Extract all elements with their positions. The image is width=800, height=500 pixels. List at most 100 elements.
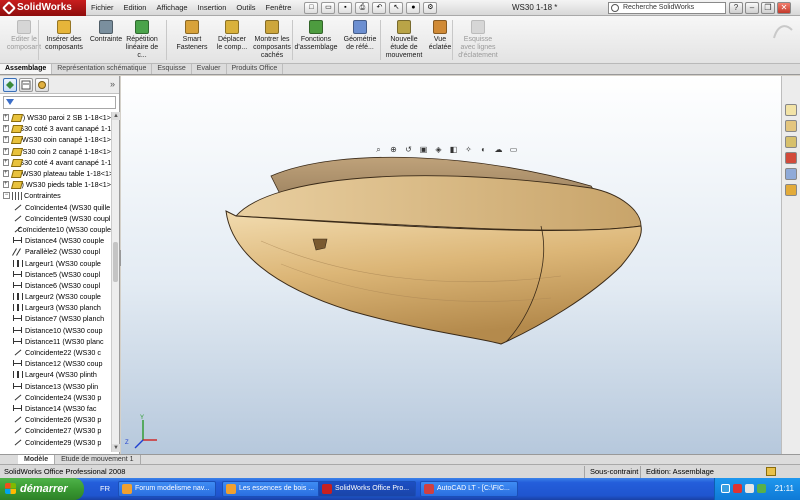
quick-tips-icon[interactable] [766, 467, 776, 476]
feature-manager-tab-icon[interactable] [3, 77, 17, 92]
search-input[interactable]: Recherche SolidWorks [608, 2, 726, 14]
tree-row[interactable]: Coïncidente27 (WS30 p [0, 425, 111, 436]
tree-row[interactable]: Distance7 (WS30 planch [0, 313, 111, 324]
volume-icon[interactable] [745, 484, 754, 493]
network-icon[interactable] [721, 484, 730, 493]
ribbon-button-5[interactable]: Déplacer le comp... [212, 20, 252, 52]
tree-row[interactable]: Distance14 (WS30 fac [0, 403, 111, 414]
file-explorer-icon[interactable] [785, 136, 797, 148]
ribbon-button-11[interactable]: Esquisse avec lignes d'éclatement [454, 20, 502, 60]
tree-row[interactable]: Distance11 (WS30 planc [0, 336, 111, 347]
menu-fenetre[interactable]: Fenêtre [261, 3, 297, 12]
configuration-manager-tab-icon[interactable] [35, 77, 49, 92]
tree-row[interactable]: Largeur2 (WS30 couple [0, 291, 111, 302]
undo-icon[interactable]: ↶ [372, 1, 387, 14]
tree-row[interactable]: + WS30 coin canapé 1-18<1> [0, 134, 111, 145]
tray-app-icon[interactable] [757, 484, 766, 493]
start-button[interactable]: démarrer [0, 478, 84, 500]
tree-expander-icon[interactable]: + [3, 147, 9, 155]
tree-expander-icon[interactable]: + [3, 158, 9, 166]
language-indicator[interactable]: FR [100, 484, 110, 493]
scroll-up-icon[interactable]: ▲ [112, 112, 120, 120]
tree-row[interactable]: + WS30 coin 2 canapé 1-18<1> [0, 146, 111, 157]
taskbar-task[interactable]: AutoCAD LT - [C:\FIC... [420, 481, 518, 497]
tree-row[interactable]: Largeur1 (WS30 couple [0, 257, 111, 268]
menu-affichage[interactable]: Affichage [151, 3, 192, 12]
tree-row[interactable]: Coïncidente24 (WS30 p [0, 392, 111, 403]
menu-edition[interactable]: Edition [119, 3, 152, 12]
rebuild-icon[interactable]: ● [406, 1, 421, 14]
ribbon-button-9[interactable]: Nouvelle étude de mouvement [384, 20, 424, 60]
tab-modele[interactable]: Modèle [18, 455, 56, 464]
boat-model[interactable] [121, 76, 781, 454]
search-results-icon[interactable] [785, 152, 797, 164]
tree-row[interactable]: Coïncidente26 (WS30 p [0, 414, 111, 425]
property-manager-tab-icon[interactable] [19, 77, 33, 92]
tree-row[interactable]: Coïncidente29 (WS30 p [0, 436, 111, 447]
ribbon-button-3[interactable]: Répétition linéaire de c... [122, 20, 162, 60]
app-logo[interactable]: SolidWorks [0, 0, 86, 16]
ribbon-button-7[interactable]: Fonctions d'assemblage [295, 20, 338, 52]
menu-insertion[interactable]: Insertion [193, 3, 232, 12]
close-button[interactable]: ✕ [777, 2, 791, 14]
tree-row[interactable]: Distance4 (WS30 couple [0, 235, 111, 246]
tree-row[interactable]: + (-) WS30 paroi 2 SB 1-18<1> [0, 112, 111, 123]
help-icon[interactable]: ? [729, 2, 743, 14]
tree-row[interactable]: Coïncidente22 (WS30 c [0, 347, 111, 358]
tree-row[interactable]: Distance13 (WS30 plin [0, 381, 111, 392]
tree-expander-icon[interactable]: − [3, 192, 10, 200]
ribbon-button-6[interactable]: Montrer les composants cachés [248, 20, 296, 60]
taskbar-task[interactable]: Forum modelisme nav... [118, 481, 216, 497]
restore-button[interactable]: ❐ [761, 2, 775, 14]
appearances-icon[interactable] [785, 184, 797, 196]
tab-esquisse[interactable]: Esquisse [152, 64, 192, 74]
save-icon[interactable]: ▪ [338, 1, 353, 14]
taskbar-task[interactable]: SolidWorks Office Pro... [318, 481, 416, 497]
taskbar-task[interactable]: Les essences de bois ... [222, 481, 320, 497]
tree-row[interactable]: Distance5 (WS30 coupl [0, 269, 111, 280]
tree-row[interactable]: Distance10 (WS30 coup [0, 325, 111, 336]
select-icon[interactable]: ↖ [389, 1, 404, 14]
ribbon-button-2[interactable]: Contrainte [86, 20, 126, 44]
tree-row[interactable]: Coïncidente9 (WS30 coupl [0, 213, 111, 224]
tree-expander-icon[interactable]: + [3, 181, 9, 189]
tree-row[interactable]: − Contraintes [0, 190, 111, 201]
tree-row[interactable]: Parallèle2 (WS30 coupl [0, 246, 111, 257]
graphics-area[interactable]: ⌕ ⊕ ↺ ▣ ◈ ◧ ✧ ◐ ☁ ▭ Y Z [121, 76, 781, 454]
tree-filter-input[interactable] [3, 96, 116, 109]
tree-expander-icon[interactable]: + [3, 125, 9, 133]
view-palette-icon[interactable] [785, 168, 797, 180]
minimize-button[interactable]: – [745, 2, 759, 14]
menu-fichier[interactable]: Fichier [86, 3, 119, 12]
tree-row[interactable]: Largeur3 (WS30 planch [0, 302, 111, 313]
tab-produits-office[interactable]: Produits Office [227, 64, 284, 74]
menu-outils[interactable]: Outils [231, 3, 260, 12]
tree-row[interactable]: +WS30 coté 3 avant canapé 1-18<1> [0, 123, 111, 134]
tree-row[interactable]: + (-) WS30 pieds table 1-18<1> [0, 179, 111, 190]
design-library-icon[interactable] [785, 120, 797, 132]
tab-evaluer[interactable]: Evaluer [192, 64, 227, 74]
tree-row[interactable]: Coïncidente10 (WS30 couple [0, 224, 112, 235]
options-icon[interactable]: ⚙ [423, 1, 438, 14]
panel-expand-icon[interactable]: » [110, 79, 115, 89]
clock[interactable]: 21:11 [775, 484, 794, 493]
tree-row[interactable]: Distance12 (WS30 coup [0, 358, 111, 369]
ribbon-button-8[interactable]: Géométrie de réfé... [340, 20, 380, 52]
tree-row[interactable]: Distance6 (WS30 coupl [0, 280, 111, 291]
resources-icon[interactable] [785, 104, 797, 116]
tree-row[interactable]: Largeur4 (WS30 plinth [0, 369, 111, 380]
tree-expander-icon[interactable]: + [3, 170, 9, 178]
tree-row[interactable]: +WS30 coté 4 avant canapé 1-18<1> [0, 157, 111, 168]
tab-etude-mouvement[interactable]: Etude de mouvement 1 [55, 455, 141, 464]
scroll-down-icon[interactable]: ▼ [112, 444, 120, 452]
tree-row[interactable]: + (-) WS30 plateau table 1-18<1> [0, 168, 111, 179]
tree-expander-icon[interactable]: + [3, 114, 9, 122]
security-icon[interactable] [733, 484, 742, 493]
new-icon[interactable]: □ [304, 1, 319, 14]
open-icon[interactable]: ▭ [321, 1, 336, 14]
tab-assemblage[interactable]: Assemblage [0, 64, 53, 74]
ribbon-button-4[interactable]: Smart Fasteners [172, 20, 212, 52]
scroll-thumb[interactable] [113, 242, 118, 282]
tab-representation-schematique[interactable]: Représentation schématique [52, 64, 153, 74]
tree-scrollbar[interactable]: ▲ ▼ [111, 112, 120, 452]
